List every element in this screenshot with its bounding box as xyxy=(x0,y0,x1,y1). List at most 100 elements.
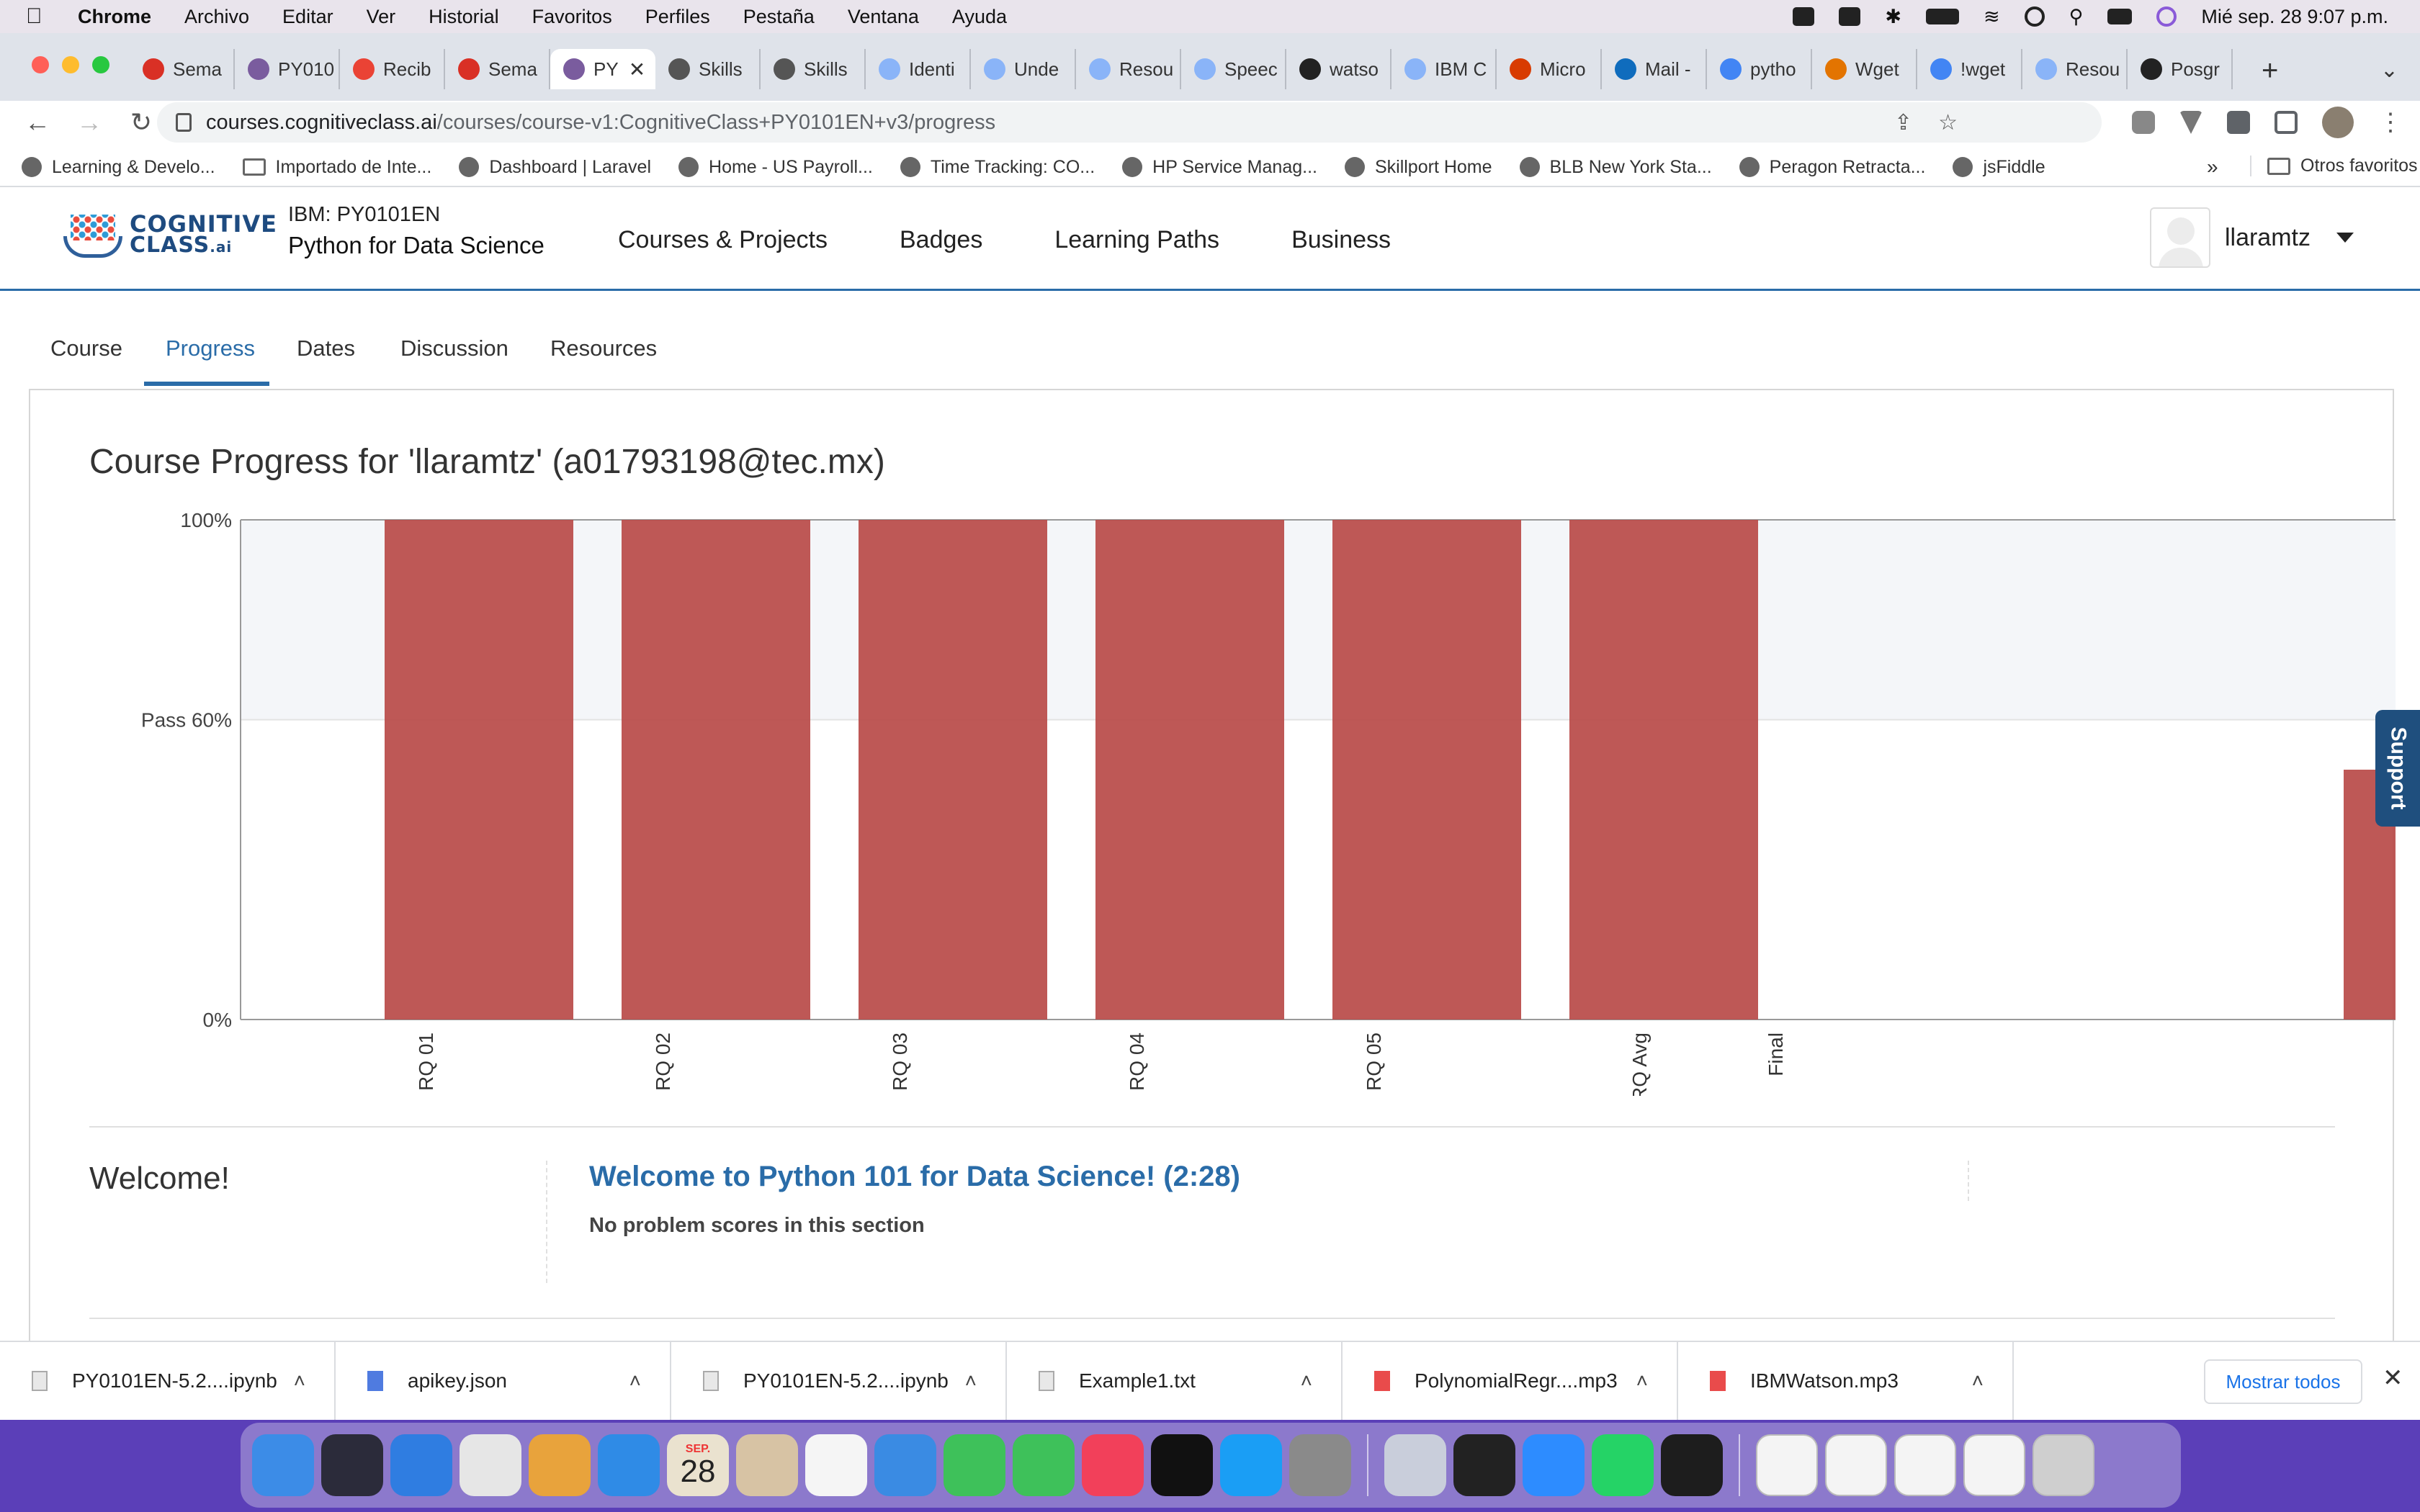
vue-extension-icon[interactable] xyxy=(2179,111,2202,134)
download-item[interactable]: PolynomialRegr....mp3 ˄ xyxy=(1343,1341,1678,1421)
battery-icon[interactable] xyxy=(1925,9,1959,24)
menu-ventana[interactable]: Ventana xyxy=(848,6,919,28)
bookmark-item[interactable]: Home - US Payroll... xyxy=(678,157,873,178)
dock-app-icon[interactable] xyxy=(460,1434,521,1496)
share-icon[interactable]: ⇪ xyxy=(1894,110,1912,135)
bookmark-star-icon[interactable]: ☆ xyxy=(1938,110,1958,135)
download-item[interactable]: PY0101EN-5.2....ipynb ˄ xyxy=(0,1341,336,1421)
tab-resources[interactable]: Resources xyxy=(550,336,657,361)
tab-course[interactable]: Course xyxy=(50,336,122,361)
dock-document-icon[interactable] xyxy=(1963,1434,2025,1496)
spotlight-search-icon[interactable]: ⚲ xyxy=(2069,6,2084,28)
camera-extension-icon[interactable] xyxy=(2132,111,2155,134)
download-options-chevron-icon[interactable]: ˄ xyxy=(965,1369,977,1392)
back-button[interactable]: ← xyxy=(23,107,52,138)
bookmark-item[interactable]: Importado de Inte... xyxy=(242,157,431,178)
browser-tab[interactable]: PY ✕ xyxy=(550,49,655,89)
dock-app-icon[interactable] xyxy=(321,1434,383,1496)
browser-tab[interactable]: !wget xyxy=(1917,49,2022,89)
other-bookmarks-folder[interactable]: Otros favoritos xyxy=(2250,156,2418,176)
dock-app-icon[interactable] xyxy=(874,1434,936,1496)
nav-badges[interactable]: Badges xyxy=(900,226,982,254)
dock-app-icon[interactable] xyxy=(529,1434,591,1496)
user-menu[interactable]: llaramtz xyxy=(2149,207,2354,268)
menu-app-name[interactable]: Chrome xyxy=(78,6,151,28)
download-item[interactable]: IBMWatson.mp3 ˄ xyxy=(1678,1341,2014,1421)
dock-app-icon[interactable] xyxy=(598,1434,660,1496)
dock-app-icon[interactable] xyxy=(1384,1434,1446,1496)
download-item[interactable]: Example1.txt ˄ xyxy=(1007,1341,1343,1421)
download-options-chevron-icon[interactable]: ˄ xyxy=(1972,1369,1984,1392)
user-dropdown-caret-icon[interactable] xyxy=(2336,233,2354,243)
browser-tab[interactable]: Skills xyxy=(655,49,761,89)
browser-tab[interactable]: pytho xyxy=(1707,49,1812,89)
menu-ver[interactable]: Ver xyxy=(367,6,396,28)
download-options-chevron-icon[interactable]: ˄ xyxy=(629,1369,641,1392)
dock-app-icon[interactable] xyxy=(1289,1434,1351,1496)
browser-tab[interactable]: Sema xyxy=(445,49,550,89)
dock-app-icon[interactable] xyxy=(252,1434,314,1496)
username[interactable]: llaramtz xyxy=(2225,224,2311,252)
browser-tab[interactable]: Posgr xyxy=(2128,49,2233,89)
bookmark-item[interactable]: jsFiddle xyxy=(1953,157,2045,178)
show-all-downloads-button[interactable]: Mostrar todos xyxy=(2204,1359,2362,1404)
dock-document-icon[interactable] xyxy=(1825,1434,1887,1496)
menu-historial[interactable]: Historial xyxy=(429,6,499,28)
zoom-window-button[interactable] xyxy=(92,56,109,73)
grid-app-icon[interactable] xyxy=(1839,7,1861,26)
dock-app-icon[interactable] xyxy=(1013,1434,1075,1496)
chrome-menu-icon[interactable]: ⋮ xyxy=(2378,108,2403,137)
dock-document-icon[interactable] xyxy=(1894,1434,1956,1496)
support-tab[interactable]: Support xyxy=(2375,710,2420,827)
download-options-chevron-icon[interactable]: ˄ xyxy=(294,1369,305,1392)
dock-app-icon[interactable] xyxy=(1523,1434,1585,1496)
apple-menu-icon[interactable]:  xyxy=(26,4,65,29)
menu-ayuda[interactable]: Ayuda xyxy=(952,6,1007,28)
nav-business[interactable]: Business xyxy=(1291,226,1391,254)
dock-app-icon[interactable] xyxy=(736,1434,798,1496)
bookmark-item[interactable]: Learning & Develo... xyxy=(22,157,215,178)
browser-tab[interactable]: Identi xyxy=(866,49,971,89)
tab-discussion[interactable]: Discussion xyxy=(400,336,508,361)
dock-app-icon[interactable] xyxy=(805,1434,867,1496)
cognitive-class-logo[interactable]: COGNITIVE CLASS.ai xyxy=(60,212,277,259)
address-bar[interactable]: courses.cognitiveclass.ai/courses/course… xyxy=(157,102,2102,143)
nav-learning-paths[interactable]: Learning Paths xyxy=(1054,226,1219,254)
new-tab-button[interactable]: + xyxy=(2262,55,2278,87)
dock-app-icon[interactable] xyxy=(1220,1434,1282,1496)
download-options-chevron-icon[interactable]: ˄ xyxy=(1301,1369,1312,1392)
browser-tab[interactable]: Unde xyxy=(971,49,1076,89)
dock-document-icon[interactable] xyxy=(1756,1434,1818,1496)
download-item[interactable]: PY0101EN-5.2....ipynb ˄ xyxy=(671,1341,1007,1421)
bluetooth-icon[interactable]: ✱ xyxy=(1885,6,1901,28)
wifi-icon[interactable]: ≋ xyxy=(1984,6,2000,28)
dock-app-icon[interactable] xyxy=(944,1434,1005,1496)
forward-button[interactable]: → xyxy=(75,107,104,138)
siri-icon[interactable] xyxy=(2156,6,2177,27)
bookmark-item[interactable]: BLB New York Sta... xyxy=(1519,157,1712,178)
browser-tab[interactable]: Speec xyxy=(1181,49,1286,89)
menu-perfiles[interactable]: Perfiles xyxy=(645,6,710,28)
bookmark-item[interactable]: Dashboard | Laravel xyxy=(459,157,651,178)
close-downloads-icon[interactable]: ✕ xyxy=(2383,1364,2403,1392)
bookmark-item[interactable]: Peragon Retracta... xyxy=(1739,157,1925,178)
close-window-button[interactable] xyxy=(32,56,49,73)
menu-archivo[interactable]: Archivo xyxy=(184,6,249,28)
browser-tab[interactable]: PY010 xyxy=(235,49,340,89)
browser-tab[interactable]: Mail - xyxy=(1602,49,1707,89)
menu-editar[interactable]: Editar xyxy=(282,6,333,28)
download-options-chevron-icon[interactable]: ˄ xyxy=(1636,1369,1648,1392)
browser-tab[interactable]: watso xyxy=(1286,49,1392,89)
browser-tab[interactable]: IBM C xyxy=(1392,49,1497,89)
browser-tab[interactable]: Sema xyxy=(130,49,235,89)
minimize-window-button[interactable] xyxy=(62,56,79,73)
lock-icon[interactable] xyxy=(176,113,192,132)
reload-button[interactable]: ↻ xyxy=(127,107,156,138)
menu-pestana[interactable]: Pestaña xyxy=(743,6,815,28)
tab-dates[interactable]: Dates xyxy=(297,336,355,361)
user-avatar[interactable] xyxy=(2149,207,2210,268)
browser-tab[interactable]: Micro xyxy=(1497,49,1602,89)
dock-app-icon[interactable] xyxy=(1453,1434,1515,1496)
browser-tab[interactable]: Resou xyxy=(2022,49,2128,89)
bookmark-item[interactable]: Skillport Home xyxy=(1344,157,1492,178)
